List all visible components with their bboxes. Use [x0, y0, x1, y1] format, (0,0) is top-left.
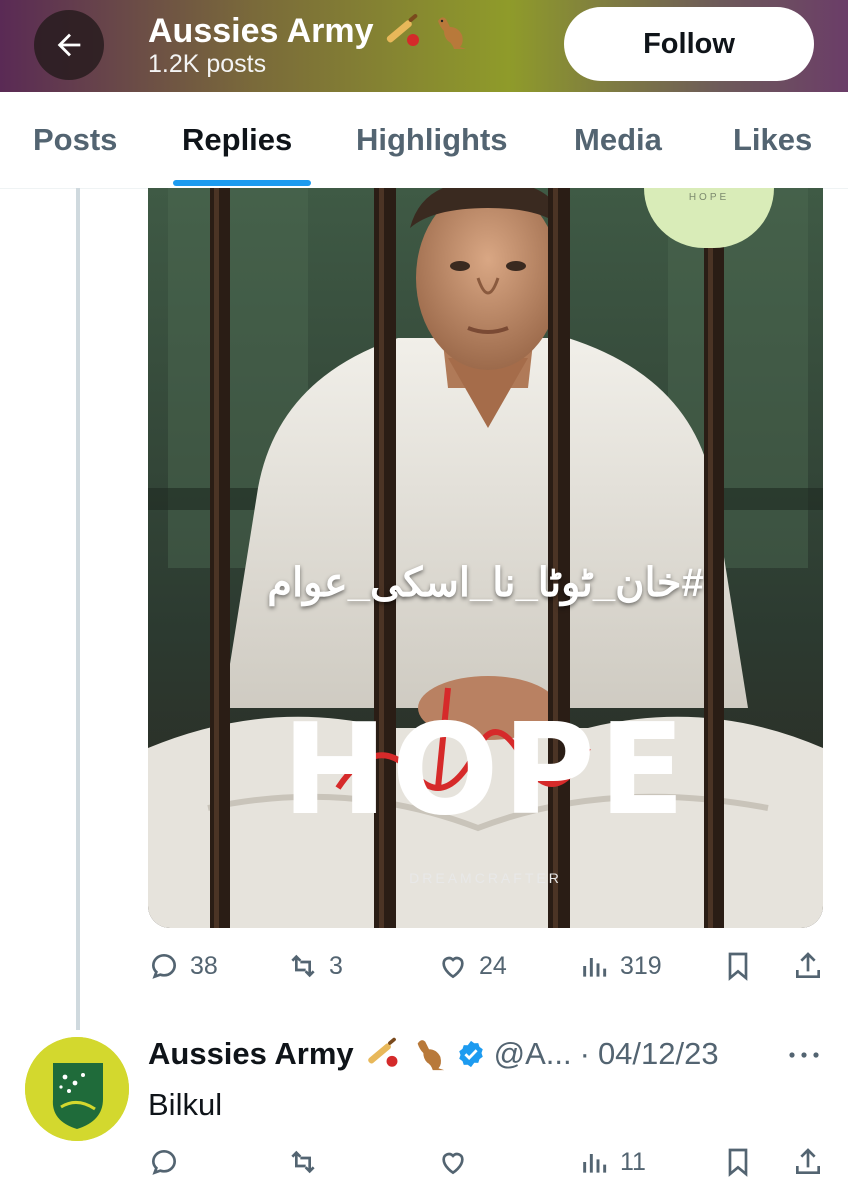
profile-name-text: Aussies Army — [148, 12, 374, 50]
bookmark-icon — [728, 952, 748, 981]
repost-action[interactable]: 3 — [287, 950, 343, 982]
hope-title: HOPE — [282, 696, 689, 843]
profile-tabs: Posts Replies Highlights Media Likes — [0, 92, 848, 189]
reply-text: Bilkul — [148, 1087, 223, 1122]
repost-action[interactable] — [287, 1146, 319, 1178]
cricket-icon — [380, 13, 424, 50]
active-tab-indicator — [173, 180, 311, 186]
aussie-shield-avatar — [25, 1037, 129, 1141]
avatar[interactable] — [25, 1037, 129, 1141]
kangaroo-icon — [430, 13, 470, 51]
reply-action[interactable]: 38 — [148, 950, 218, 982]
bookmark-action[interactable] — [722, 1146, 754, 1178]
thread-connector — [76, 188, 80, 1030]
repost-icon — [291, 954, 315, 978]
views-icon — [583, 1154, 607, 1173]
more-options-button[interactable] — [786, 1048, 822, 1066]
heart-icon — [442, 1152, 464, 1175]
reply-author-handle[interactable]: @A... — [494, 1036, 572, 1072]
bookmark-action[interactable] — [722, 950, 754, 982]
like-action[interactable] — [437, 1146, 469, 1178]
repost-icon — [291, 1150, 315, 1174]
verified-badge-icon — [456, 1039, 486, 1069]
cricket-icon — [362, 1037, 402, 1071]
reply-action[interactable] — [148, 1146, 180, 1178]
follow-button[interactable]: Follow — [564, 7, 814, 81]
reply-author-name[interactable]: Aussies Army — [148, 1036, 354, 1072]
repost-count: 3 — [329, 951, 343, 980]
views-action[interactable]: 11 — [578, 1146, 646, 1178]
views-count: 11 — [620, 1147, 646, 1176]
posts-count: 1.2K posts — [148, 50, 267, 78]
like-count: 24 — [479, 951, 507, 980]
tweet-media-image[interactable]: HOPE #خان_ٹوٹا_نا_اسکی_عوام HOPE DREAMCR… — [148, 188, 823, 928]
profile-name: Aussies Army — [148, 12, 470, 51]
tab-media[interactable]: Media — [574, 122, 662, 158]
bookmark-icon — [728, 1148, 748, 1177]
kangaroo-icon — [410, 1036, 448, 1072]
reply-icon — [151, 953, 177, 979]
views-action[interactable]: 319 — [578, 950, 662, 982]
reply-date[interactable]: 04/12/23 — [598, 1036, 719, 1072]
urdu-hashtag: #خان_ٹوٹا_نا_اسکی_عوام — [267, 561, 704, 605]
share-action[interactable] — [792, 1146, 824, 1178]
reply-count: 38 — [190, 951, 218, 980]
separator-dot: · — [579, 1036, 590, 1071]
tab-replies[interactable]: Replies — [182, 122, 292, 158]
tab-posts[interactable]: Posts — [33, 122, 117, 158]
heart-icon — [442, 956, 464, 979]
views-icon — [583, 958, 607, 977]
tab-likes[interactable]: Likes — [733, 122, 812, 158]
brand-watermark: DREAMCRAFTER — [409, 870, 562, 886]
reply-icon — [151, 1149, 177, 1175]
tab-highlights[interactable]: Highlights — [356, 122, 508, 158]
profile-header: Aussies Army 1.2K posts Follow — [0, 0, 848, 92]
like-action[interactable]: 24 — [437, 950, 507, 982]
back-button[interactable] — [34, 10, 104, 80]
share-icon — [796, 1148, 820, 1174]
more-icon — [789, 1052, 819, 1058]
share-icon — [796, 952, 820, 978]
views-count: 319 — [620, 951, 662, 980]
reply-header: Aussies Army @A... · 04/12/23 — [148, 1036, 719, 1072]
share-action[interactable] — [792, 950, 824, 982]
arrow-left-icon — [57, 33, 81, 57]
